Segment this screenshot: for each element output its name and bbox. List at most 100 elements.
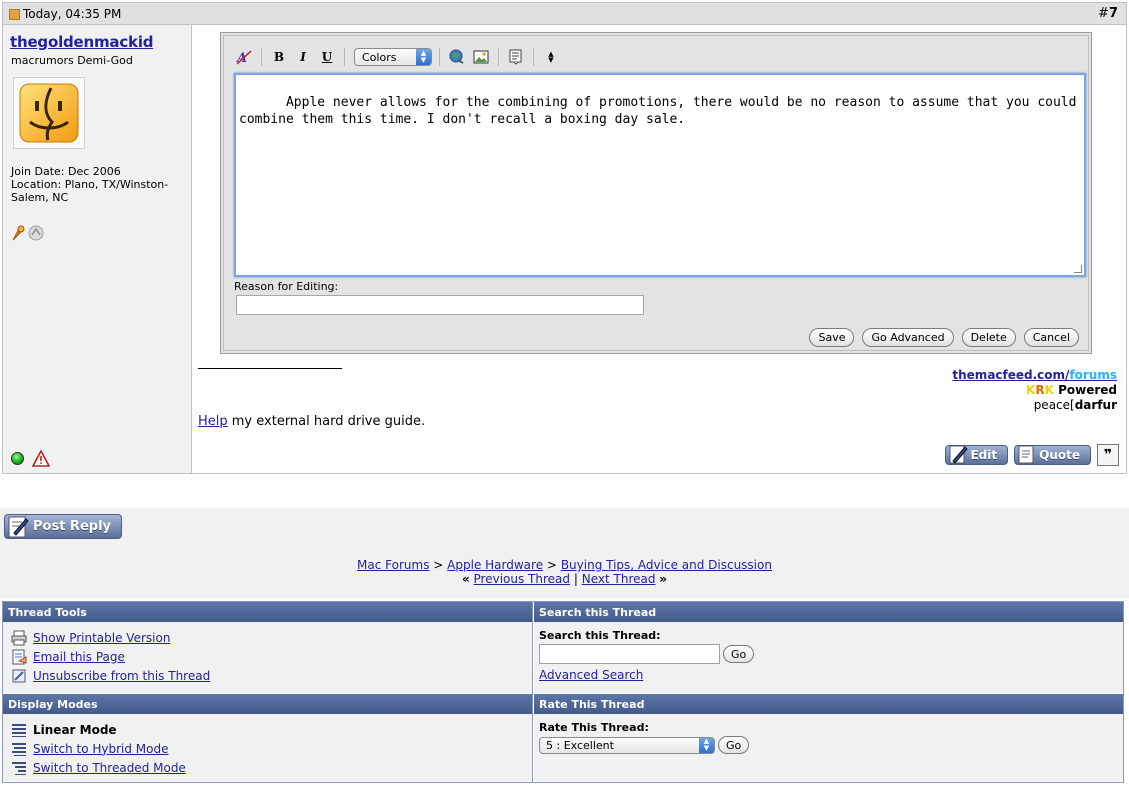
krk-powered-text: Powered	[1053, 383, 1117, 397]
post-number-value: 7	[1108, 6, 1118, 21]
post-reply-label: Post Reply	[33, 519, 111, 534]
help-link[interactable]: Help	[198, 414, 228, 429]
edit-label: Edit	[970, 448, 998, 462]
tool-item-unsubscribe[interactable]: Unsubscribe from this Thread	[11, 666, 532, 685]
rate-thread-cell: Rate This Thread Rate This Thread: 5 : E…	[534, 694, 1123, 782]
user-badges	[11, 225, 44, 241]
unsubscribe-icon	[12, 669, 26, 682]
advanced-search-link[interactable]: Advanced Search	[539, 668, 643, 682]
go-advanced-button[interactable]: Go Advanced	[862, 328, 954, 347]
delete-button[interactable]: Delete	[961, 328, 1016, 347]
resize-editor-icon[interactable]: ▲ ▼	[541, 47, 561, 67]
finder-face-icon	[19, 83, 79, 143]
italic-label: I	[300, 50, 306, 64]
help-rest: my external hard drive guide.	[227, 414, 426, 429]
search-go-button[interactable]: Go	[723, 645, 755, 663]
post-header: Today, 04:35 PM #7	[3, 3, 1126, 25]
editor-buttons: Save Go Advanced Delete Cancel	[809, 328, 1079, 347]
search-thread-row: Go	[539, 644, 1123, 664]
search-thread-body: Search this Thread: Go Advanced Search	[534, 622, 1123, 693]
insert-link-icon[interactable]	[447, 47, 467, 67]
rating-select[interactable]: 5 : Excellent ▲ ▼	[539, 736, 715, 754]
cancel-button[interactable]: Cancel	[1023, 328, 1079, 347]
peace-prefix: peace[	[1033, 398, 1075, 412]
toolbar-separator	[261, 48, 262, 66]
insert-image-icon[interactable]	[471, 47, 491, 67]
message-textarea[interactable]: Apple never allows for the combining of …	[234, 73, 1086, 277]
rate-thread-label: Rate This Thread:	[539, 721, 649, 734]
tool-item-printable[interactable]: Show Printable Version	[11, 628, 532, 647]
gray-badge-icon	[28, 225, 44, 241]
signature-right: themacfeed.com/forums KRK Powered peace[…	[952, 368, 1117, 413]
editor-frame: A B I U Colors ▲ ▼ ▲ ▼ Apple never allow…	[223, 35, 1089, 351]
post-reply-icon	[8, 516, 29, 538]
display-modes-header: Display Modes	[3, 694, 532, 714]
krk-powered: KRK Powered	[952, 383, 1117, 398]
rate-thread-header: Rate This Thread	[534, 694, 1123, 714]
wrap-quote-icon[interactable]	[506, 47, 526, 67]
rate-thread-body: Rate This Thread: 5 : Excellent ▲ ▼ Go	[534, 714, 1123, 781]
user-info: Join Date: Dec 2006 Location: Plano, TX/…	[11, 165, 186, 204]
breadcrumb-item-mac-forums[interactable]: Mac Forums	[357, 558, 429, 572]
search-thread-cell: Search this Thread Search this Thread: G…	[534, 602, 1123, 694]
edit-button[interactable]: Edit	[945, 445, 1009, 465]
dropdown-arrows-icon: ▲ ▼	[416, 49, 431, 65]
tool-item-label[interactable]: Show Printable Version	[33, 631, 170, 645]
reply-bar: Post Reply	[0, 508, 1129, 548]
quick-edit-panel: A B I U Colors ▲ ▼ ▲ ▼ Apple never allow…	[220, 32, 1092, 354]
multi-quote-icon[interactable]: ❞	[1097, 444, 1119, 466]
search-thread-label: Search this Thread:	[539, 629, 661, 642]
peace-word: darfur	[1074, 398, 1117, 412]
user-status-icons	[11, 450, 50, 467]
breadcrumb-item-apple-hardware[interactable]: Apple Hardware	[447, 558, 543, 572]
quote-icon	[1018, 445, 1034, 464]
laquo: «	[461, 572, 470, 586]
thread-navigation: « Previous Thread | Next Thread »	[0, 572, 1129, 586]
username-link[interactable]: thegoldenmackid	[10, 33, 153, 51]
post-date-text: Today, 04:35 PM	[23, 7, 122, 21]
display-mode-threaded[interactable]: Switch to Threaded Mode	[11, 758, 532, 777]
editor-toolbar: A B I U Colors ▲ ▼ ▲ ▼	[234, 45, 561, 69]
krk-k1: K	[1026, 383, 1036, 397]
post-date: Today, 04:35 PM	[9, 7, 121, 21]
search-thread-input[interactable]	[539, 644, 720, 664]
thread-tools-cell: Thread Tools Show Printable Version Emai…	[3, 602, 533, 694]
remove-format-icon[interactable]: A	[234, 47, 254, 67]
save-button[interactable]: Save	[809, 328, 855, 347]
signature-help-line: Help my external hard drive guide.	[198, 414, 425, 429]
message-text: Apple never allows for the combining of …	[239, 95, 1085, 127]
display-mode-link[interactable]: Switch to Threaded Mode	[33, 761, 186, 775]
bold-button[interactable]: B	[269, 47, 289, 67]
tool-item-email[interactable]: Email this Page	[11, 647, 532, 666]
reason-label: Reason for Editing:	[234, 280, 339, 293]
next-thread-link[interactable]: Next Thread	[582, 572, 656, 586]
thread-tools-body: Show Printable Version Email this Page U…	[3, 622, 532, 693]
quote-button[interactable]: Quote	[1014, 445, 1091, 465]
printer-icon	[11, 630, 27, 645]
breadcrumb-item-buying-tips[interactable]: Buying Tips, Advice and Discussion	[561, 558, 772, 572]
post-reply-button[interactable]: Post Reply	[4, 514, 122, 539]
previous-thread-link[interactable]: Previous Thread	[474, 572, 571, 586]
colors-dropdown[interactable]: Colors ▲ ▼	[354, 48, 432, 66]
report-post-icon[interactable]	[32, 450, 50, 467]
post-number[interactable]: #7	[1098, 6, 1118, 21]
email-page-icon	[12, 649, 27, 664]
display-mode-link[interactable]: Switch to Hybrid Mode	[33, 742, 169, 756]
underline-button[interactable]: U	[317, 47, 337, 67]
breadcrumb: Mac Forums > Apple Hardware > Buying Tip…	[0, 558, 1129, 572]
tool-item-label[interactable]: Unsubscribe from this Thread	[33, 669, 210, 683]
breadcrumb-area: Mac Forums > Apple Hardware > Buying Tip…	[0, 548, 1129, 598]
quote-label: Quote	[1039, 448, 1080, 462]
italic-button[interactable]: I	[293, 47, 313, 67]
display-mode-hybrid[interactable]: Switch to Hybrid Mode	[11, 739, 532, 758]
signature-divider	[198, 368, 342, 369]
krk-k2: K	[1044, 383, 1054, 397]
tool-item-label[interactable]: Email this Page	[33, 650, 125, 664]
textarea-resize-handle[interactable]	[1074, 265, 1082, 273]
nav-pipe: |	[573, 572, 578, 586]
site-link[interactable]: themacfeed.com/forums	[952, 368, 1117, 383]
rate-thread-row: 5 : Excellent ▲ ▼ Go	[539, 736, 1123, 754]
breadcrumb-separator: >	[433, 558, 444, 572]
reason-input[interactable]	[236, 295, 644, 315]
rate-go-button[interactable]: Go	[718, 736, 750, 754]
